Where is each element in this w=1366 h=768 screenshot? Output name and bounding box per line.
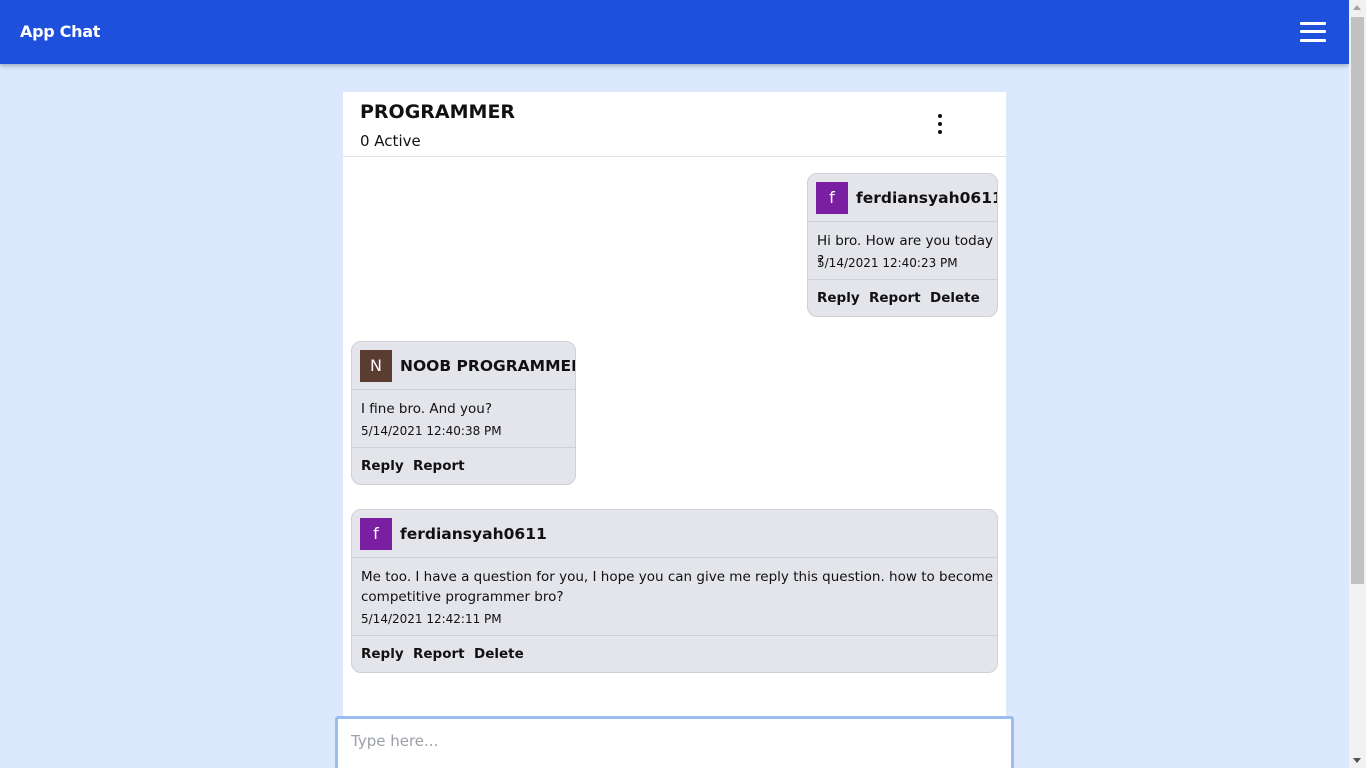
chat-message: N NOOB PROGRAMMER I fine bro. And you? 5… (351, 341, 576, 485)
chat-message: f ferdiansyah0611 Me too. I have a quest… (351, 509, 998, 673)
delete-button[interactable]: Delete (930, 290, 980, 306)
scroll-up-icon[interactable] (1353, 5, 1361, 10)
page-scrollbar[interactable] (1349, 0, 1366, 768)
message-timestamp: 5/14/2021 12:40:23 PM (817, 256, 958, 270)
message-actions: Reply Report Delete (352, 635, 997, 672)
top-navbar: App Chat (0, 0, 1349, 64)
message-timestamp: 5/14/2021 12:40:38 PM (361, 424, 502, 438)
avatar: f (816, 182, 848, 214)
message-text: I fine bro. And you? (361, 401, 492, 417)
more-vertical-icon[interactable] (935, 114, 945, 136)
scrollbar-thumb[interactable] (1351, 17, 1364, 584)
reply-button[interactable]: Reply (361, 646, 404, 662)
scroll-down-icon[interactable] (1353, 758, 1361, 763)
message-actions: Reply Report Delete (808, 279, 997, 316)
reply-button[interactable]: Reply (361, 458, 404, 474)
message-input[interactable] (335, 716, 1014, 768)
chat-message: f ferdiansyah0611 Hi bro. How are you to… (807, 173, 998, 317)
message-username[interactable]: ferdiansyah0611 (400, 525, 547, 543)
chat-panel: PROGRAMMER 0 Active f ferdiansyah0611 Hi… (343, 92, 1006, 768)
message-timestamp: 5/14/2021 12:42:11 PM (361, 612, 502, 626)
app-brand[interactable]: App Chat (20, 22, 100, 41)
avatar: N (360, 350, 392, 382)
report-button[interactable]: Report (413, 458, 465, 474)
room-header: PROGRAMMER 0 Active (343, 92, 1006, 157)
message-header: f ferdiansyah0611 (352, 510, 997, 558)
message-actions: Reply Report (352, 447, 575, 484)
message-header: N NOOB PROGRAMMER (352, 342, 575, 390)
delete-button[interactable]: Delete (474, 646, 524, 662)
message-username[interactable]: NOOB PROGRAMMER (400, 357, 575, 375)
room-title: PROGRAMMER (360, 101, 516, 123)
hamburger-icon[interactable] (1300, 22, 1326, 42)
reply-button[interactable]: Reply (817, 290, 860, 306)
report-button[interactable]: Report (413, 646, 465, 662)
message-text-line: competitive programmer bro? (361, 589, 564, 605)
avatar: f (360, 518, 392, 550)
room-active-count: 0 Active (360, 132, 421, 150)
report-button[interactable]: Report (869, 290, 921, 306)
message-username[interactable]: ferdiansyah0611 (856, 189, 997, 207)
message-text-line: Me too. I have a question for you, I hop… (361, 569, 994, 585)
message-header: f ferdiansyah0611 (808, 174, 997, 222)
